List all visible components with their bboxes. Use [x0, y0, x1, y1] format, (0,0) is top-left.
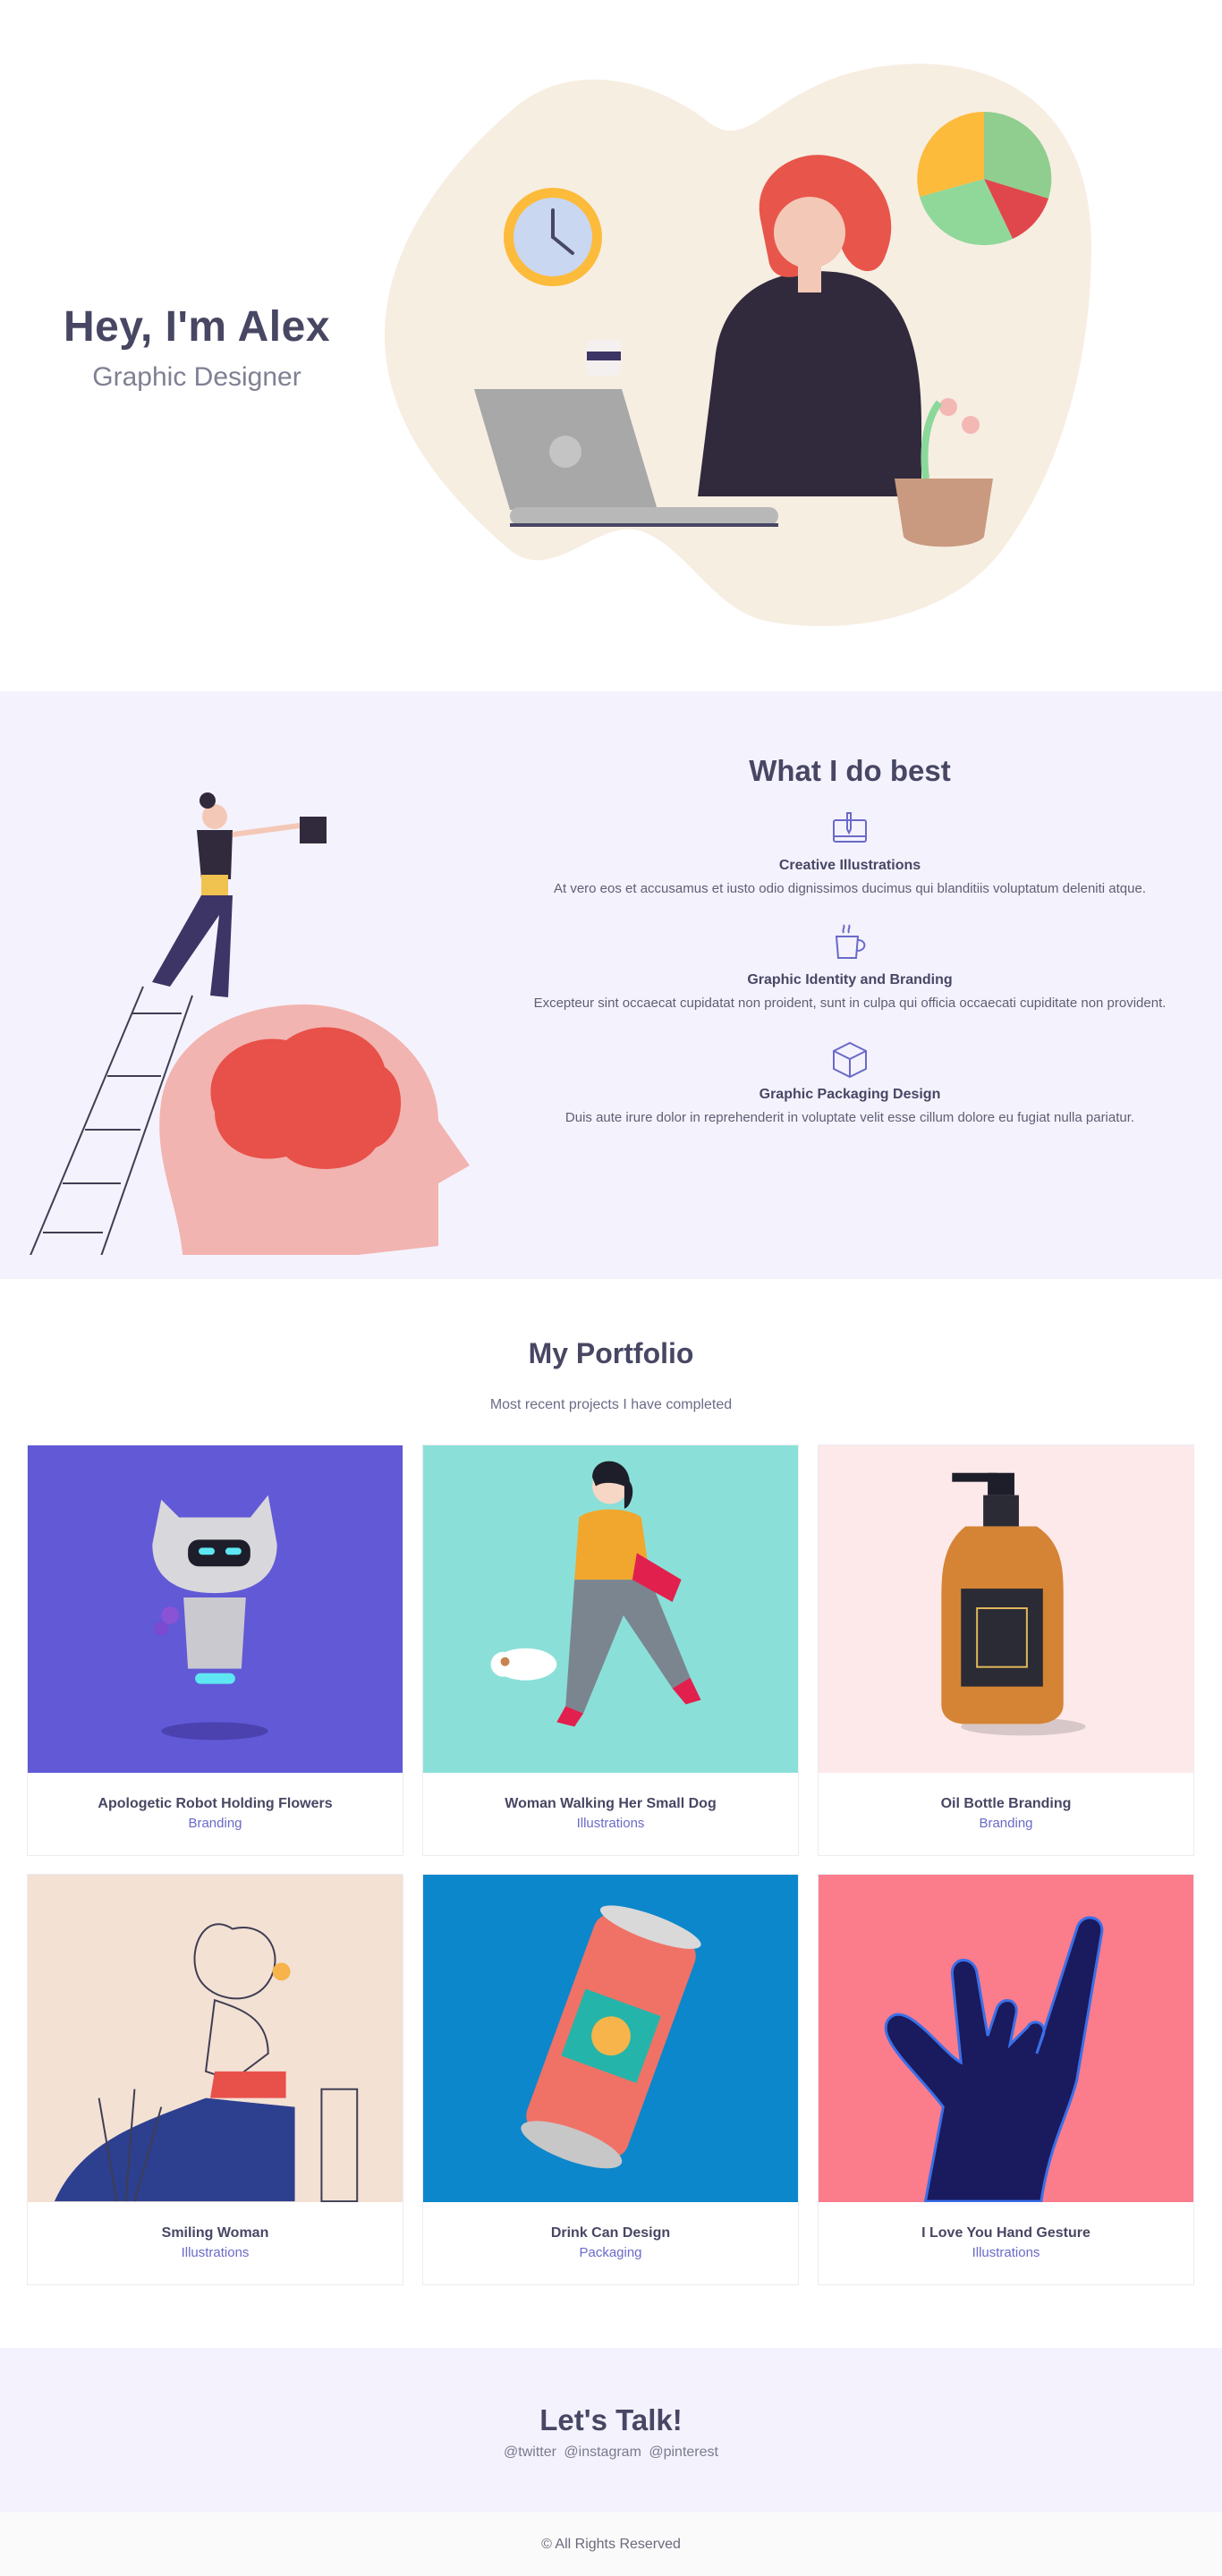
service-item: Graphic Packaging Design Duis aute irure…	[501, 1038, 1199, 1128]
instagram-link[interactable]: @instagram	[564, 2445, 641, 2460]
service-title: Graphic Packaging Design	[759, 1087, 941, 1102]
card-title: Woman Walking Her Small Dog	[505, 1796, 717, 1811]
hero-illustration	[385, 64, 1091, 627]
identity-mug-icon	[835, 924, 866, 959]
card-category: Illustrations	[181, 2245, 250, 2260]
portfolio-subtitle: Most recent projects I have completed	[489, 1397, 733, 1412]
card-body: Smiling Woman Illustrations	[28, 2202, 403, 2260]
service-item: Creative Illustrations At vero eos et ac…	[501, 809, 1199, 899]
portfolio-grid: Apologetic Robot Holding Flowers Brandin…	[27, 1445, 1195, 2285]
smiling-woman-image	[28, 1875, 403, 2202]
gardening-head-illustration	[30, 792, 470, 1255]
card-category: Illustrations	[972, 2245, 1040, 2260]
services-section: What I do best Creative Illustrations At…	[0, 691, 1222, 1279]
card-body: Apologetic Robot Holding Flowers Brandin…	[28, 1773, 403, 1831]
twitter-link[interactable]: @twitter	[504, 2445, 556, 2460]
service-desc: Duis aute irure dolor in reprehenderit i…	[564, 1110, 1135, 1125]
hero-name: Hey, I'm Alex	[63, 303, 331, 351]
social-links: @twitter @instagram @pinterest	[0, 2445, 1222, 2461]
service-desc: Excepteur sint occaecat cupidatat non pr…	[533, 996, 1167, 1011]
hero-text: Hey, I'm Alex Graphic Designer	[0, 302, 394, 393]
card-body: Woman Walking Her Small Dog Illustration…	[423, 1773, 798, 1831]
card-title: Apologetic Robot Holding Flowers	[98, 1796, 333, 1811]
oil-bottle-image	[819, 1445, 1193, 1773]
portfolio-card[interactable]: Drink Can Design Packaging	[422, 1874, 799, 2285]
robot-image	[28, 1445, 403, 1773]
portfolio-card[interactable]: Oil Bottle Branding Branding	[818, 1445, 1194, 1856]
portfolio-card[interactable]: Apologetic Robot Holding Flowers Brandin…	[27, 1445, 403, 1856]
service-item: Graphic Identity and Branding Excepteur …	[501, 924, 1199, 1013]
card-category: Packaging	[579, 2245, 642, 2260]
card-body: Oil Bottle Branding Branding	[819, 1773, 1193, 1831]
portfolio-title: My Portfolio	[528, 1337, 694, 1369]
card-category: Branding	[188, 1816, 242, 1831]
hero-role: Graphic Designer	[92, 362, 301, 392]
drink-can-image	[423, 1875, 798, 2202]
portfolio-card[interactable]: Woman Walking Her Small Dog Illustration…	[422, 1445, 799, 1856]
copyright-text: © All Rights Reserved	[541, 2537, 681, 2552]
contact-title: Let's Talk!	[539, 2403, 683, 2436]
pie-chart-icon	[917, 111, 1052, 246]
portfolio-card[interactable]: Smiling Woman Illustrations	[27, 1874, 403, 2285]
hero-section: Hey, I'm Alex Graphic Designer	[0, 0, 1222, 691]
card-title: Drink Can Design	[550, 2225, 671, 2241]
service-desc: At vero eos et accusamus et iusto odio d…	[553, 881, 1147, 896]
portfolio-section: My Portfolio Most recent projects I have…	[0, 1279, 1222, 2348]
card-title: Smiling Woman	[161, 2225, 269, 2241]
package-box-icon	[833, 1041, 867, 1079]
services-content: What I do best Creative Illustrations At…	[501, 754, 1199, 1153]
card-body: Drink Can Design Packaging	[423, 2202, 798, 2260]
card-body: I Love You Hand Gesture Illustrations	[819, 2202, 1193, 2260]
footer: © All Rights Reserved	[0, 2512, 1222, 2576]
card-category: Illustrations	[576, 1816, 645, 1831]
hand-gesture-image	[819, 1875, 1193, 2202]
card-title: Oil Bottle Branding	[940, 1796, 1072, 1811]
service-title: Creative Illustrations	[778, 858, 921, 873]
pinterest-link[interactable]: @pinterest	[649, 2445, 718, 2460]
service-title: Graphic Identity and Branding	[747, 972, 953, 987]
card-category: Branding	[979, 1816, 1033, 1831]
card-title: I Love You Hand Gesture	[921, 2225, 1090, 2241]
portfolio-card[interactable]: I Love You Hand Gesture Illustrations	[818, 1874, 1194, 2285]
woman-dog-image	[423, 1445, 798, 1773]
clock-icon	[504, 188, 602, 286]
contact-section: Let's Talk! @twitter @instagram @pintere…	[0, 2348, 1222, 2512]
services-title: What I do best	[749, 754, 951, 787]
illustration-tablet-icon	[833, 812, 867, 843]
